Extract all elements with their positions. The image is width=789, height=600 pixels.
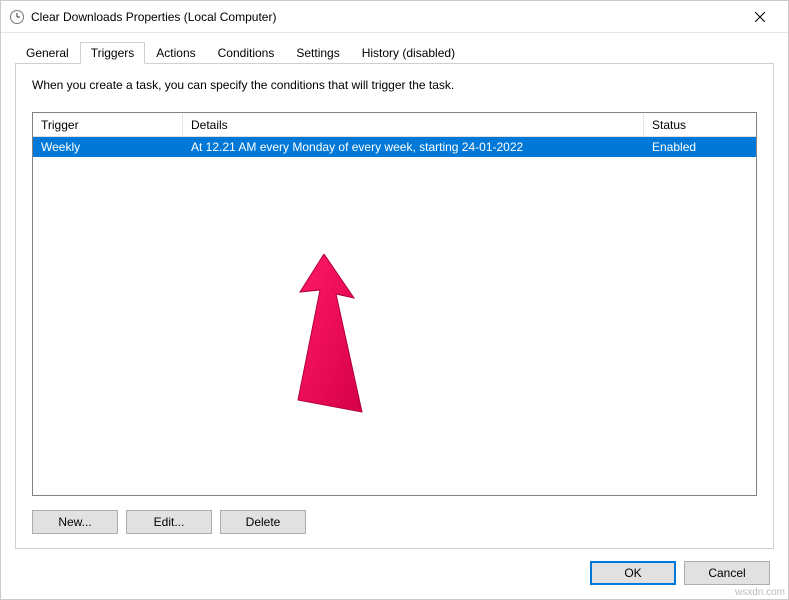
- triggers-list[interactable]: Trigger Details Status Weekly At 12.21 A…: [32, 112, 757, 496]
- cell-trigger: Weekly: [33, 138, 183, 156]
- tab-content-triggers: When you create a task, you can specify …: [15, 63, 774, 549]
- new-button[interactable]: New...: [32, 510, 118, 534]
- ok-button[interactable]: OK: [590, 561, 676, 585]
- tab-general[interactable]: General: [15, 42, 80, 63]
- column-header-trigger[interactable]: Trigger: [33, 114, 183, 136]
- titlebar: Clear Downloads Properties (Local Comput…: [1, 1, 788, 33]
- tab-history[interactable]: History (disabled): [351, 42, 466, 63]
- close-button[interactable]: [740, 3, 780, 31]
- clock-icon: [9, 9, 25, 25]
- column-header-status[interactable]: Status: [644, 114, 756, 136]
- tab-actions[interactable]: Actions: [145, 42, 206, 63]
- list-header: Trigger Details Status: [33, 113, 756, 137]
- tab-description: When you create a task, you can specify …: [32, 78, 757, 92]
- tab-triggers[interactable]: Triggers: [80, 42, 146, 64]
- dialog-footer: OK Cancel: [1, 549, 788, 599]
- tab-area: General Triggers Actions Conditions Sett…: [1, 33, 788, 549]
- cancel-button[interactable]: Cancel: [684, 561, 770, 585]
- cell-status: Enabled: [644, 138, 756, 156]
- column-header-details[interactable]: Details: [183, 114, 644, 136]
- delete-button[interactable]: Delete: [220, 510, 306, 534]
- tab-conditions[interactable]: Conditions: [207, 42, 286, 63]
- tab-strip: General Triggers Actions Conditions Sett…: [15, 41, 774, 63]
- list-rows: Weekly At 12.21 AM every Monday of every…: [33, 137, 756, 495]
- close-icon: [755, 12, 765, 22]
- tab-settings[interactable]: Settings: [285, 42, 350, 63]
- trigger-action-buttons: New... Edit... Delete: [32, 510, 757, 534]
- watermark: wsxdn.com: [735, 587, 785, 598]
- cell-details: At 12.21 AM every Monday of every week, …: [183, 138, 644, 156]
- properties-dialog: Clear Downloads Properties (Local Comput…: [0, 0, 789, 600]
- table-row[interactable]: Weekly At 12.21 AM every Monday of every…: [33, 137, 756, 157]
- window-title: Clear Downloads Properties (Local Comput…: [31, 10, 740, 24]
- edit-button[interactable]: Edit...: [126, 510, 212, 534]
